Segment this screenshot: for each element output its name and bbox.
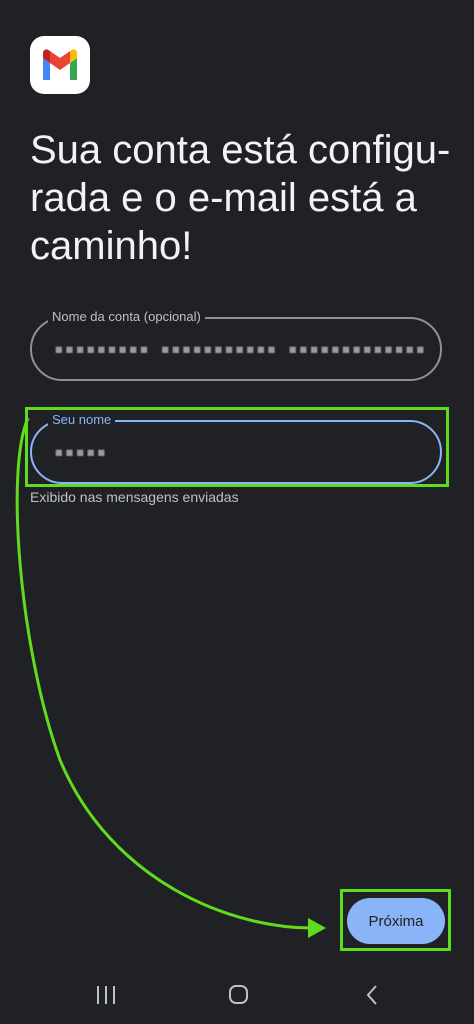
system-navigation-bar bbox=[0, 960, 474, 1024]
home-icon[interactable] bbox=[218, 980, 258, 1010]
recent-apps-icon[interactable] bbox=[86, 980, 126, 1010]
annotation-arrow bbox=[15, 417, 326, 938]
next-button[interactable]: Próxima bbox=[347, 898, 445, 944]
back-icon[interactable] bbox=[352, 980, 392, 1010]
